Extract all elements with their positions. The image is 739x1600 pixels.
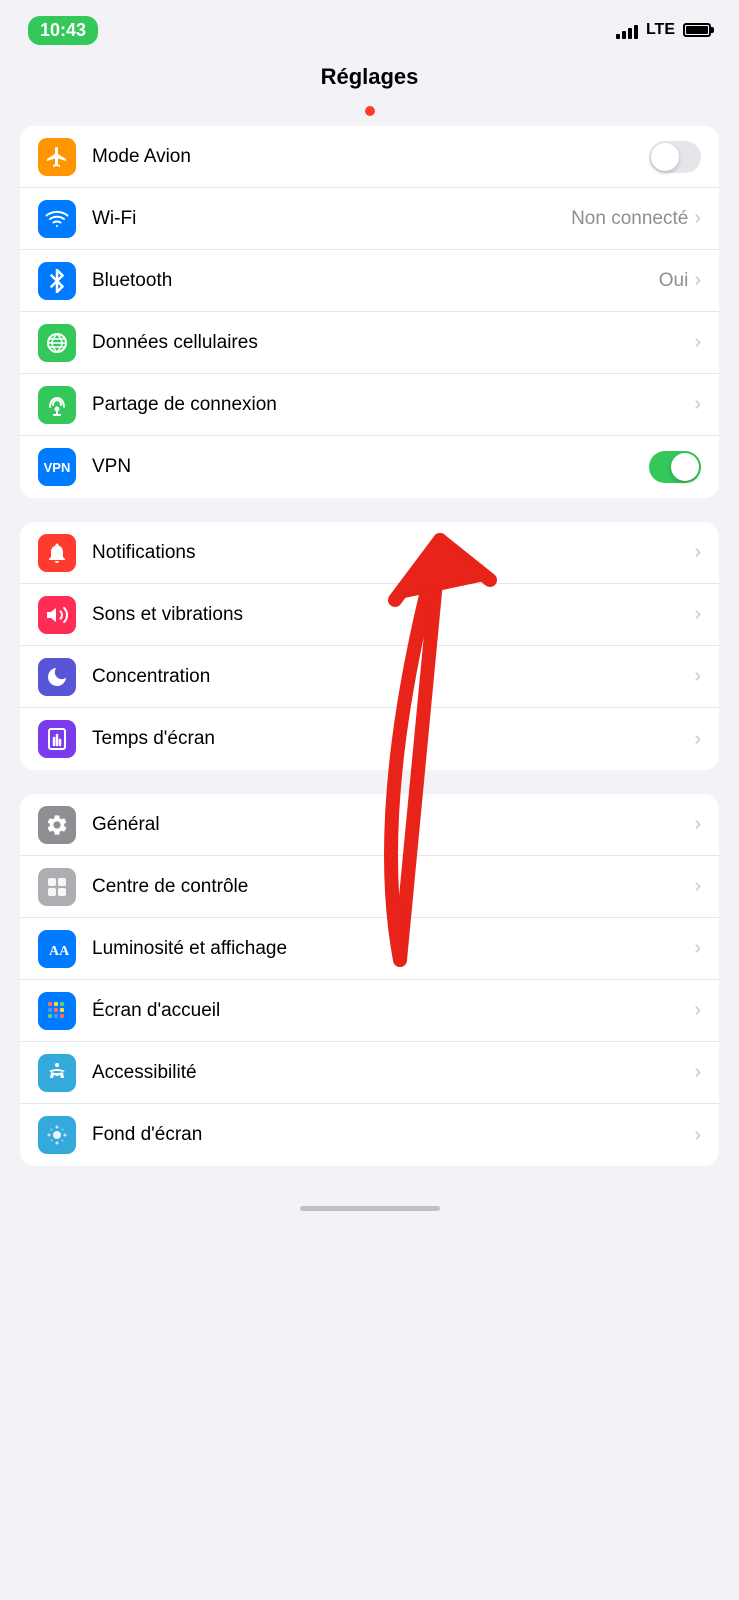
notifications-label: Notifications bbox=[92, 542, 694, 564]
luminosite-chevron: › bbox=[694, 937, 701, 960]
settings-row-mode-avion[interactable]: Mode Avion bbox=[20, 126, 719, 188]
settings-row-wifi[interactable]: Wi-Fi Non connecté › bbox=[20, 188, 719, 250]
wifi-icon bbox=[38, 200, 76, 238]
donnees-label: Données cellulaires bbox=[92, 332, 694, 354]
vpn-toggle[interactable] bbox=[649, 451, 701, 483]
settings-row-partage[interactable]: Partage de connexion › bbox=[20, 374, 719, 436]
vpn-icon: VPN bbox=[38, 448, 76, 486]
wifi-label: Wi-Fi bbox=[92, 208, 571, 230]
centre-controle-chevron: › bbox=[694, 875, 701, 898]
ecran-accueil-icon bbox=[38, 992, 76, 1030]
ecran-accueil-label: Écran d'accueil bbox=[92, 1000, 694, 1022]
settings-row-sons[interactable]: Sons et vibrations › bbox=[20, 584, 719, 646]
accessibilite-icon bbox=[38, 1054, 76, 1092]
settings-row-fond-ecran[interactable]: Fond d'écran › bbox=[20, 1104, 719, 1166]
luminosite-label: Luminosité et affichage bbox=[92, 938, 694, 960]
ecran-accueil-chevron: › bbox=[694, 999, 701, 1022]
fond-ecran-label: Fond d'écran bbox=[92, 1124, 694, 1146]
status-bar: 10:43 LTE bbox=[0, 0, 739, 54]
centre-controle-icon bbox=[38, 868, 76, 906]
accessibilite-label: Accessibilité bbox=[92, 1062, 694, 1084]
home-indicator bbox=[0, 1190, 739, 1219]
settings-row-notifications[interactable]: Notifications › bbox=[20, 522, 719, 584]
wifi-chevron: › bbox=[694, 207, 701, 230]
fond-ecran-chevron: › bbox=[694, 1124, 701, 1147]
network-group: Mode Avion Wi-Fi Non connecté › Bluetoot… bbox=[20, 126, 719, 498]
page-title: Réglages bbox=[0, 54, 739, 106]
settings-row-donnees[interactable]: Données cellulaires › bbox=[20, 312, 719, 374]
temps-ecran-chevron: › bbox=[694, 728, 701, 751]
status-right: LTE bbox=[616, 21, 711, 39]
concentration-label: Concentration bbox=[92, 666, 694, 688]
bluetooth-icon bbox=[38, 262, 76, 300]
settings-row-general[interactable]: Général › bbox=[20, 794, 719, 856]
sons-chevron: › bbox=[694, 603, 701, 626]
donnees-icon bbox=[38, 324, 76, 362]
status-time: 10:43 bbox=[28, 16, 98, 45]
temps-ecran-icon bbox=[38, 720, 76, 758]
partage-label: Partage de connexion bbox=[92, 394, 694, 416]
accessibilite-chevron: › bbox=[694, 1061, 701, 1084]
donnees-chevron: › bbox=[694, 331, 701, 354]
bluetooth-label: Bluetooth bbox=[92, 270, 659, 292]
wifi-value: Non connecté bbox=[571, 208, 688, 230]
bluetooth-value: Oui bbox=[659, 270, 689, 292]
settings-row-centre-controle[interactable]: Centre de contrôle › bbox=[20, 856, 719, 918]
general-group: Général › Centre de contrôle › AA Lumino… bbox=[20, 794, 719, 1166]
temps-ecran-label: Temps d'écran bbox=[92, 728, 694, 750]
settings-row-ecran-accueil[interactable]: Écran d'accueil › bbox=[20, 980, 719, 1042]
settings-row-accessibilite[interactable]: Accessibilité › bbox=[20, 1042, 719, 1104]
red-dot-row bbox=[0, 106, 739, 126]
concentration-chevron: › bbox=[694, 665, 701, 688]
svg-text:AA: AA bbox=[49, 944, 69, 959]
settings-row-vpn[interactable]: VPN VPN bbox=[20, 436, 719, 498]
red-dot-indicator bbox=[365, 106, 375, 116]
vpn-label: VPN bbox=[92, 456, 649, 478]
notifications-icon bbox=[38, 534, 76, 572]
general-icon bbox=[38, 806, 76, 844]
mode-avion-icon bbox=[38, 138, 76, 176]
notifications-group: Notifications › Sons et vibrations › Con… bbox=[20, 522, 719, 770]
partage-chevron: › bbox=[694, 393, 701, 416]
settings-row-temps-ecran[interactable]: Temps d'écran › bbox=[20, 708, 719, 770]
lte-label: LTE bbox=[646, 21, 675, 39]
signal-icon bbox=[616, 21, 638, 39]
battery-icon bbox=[683, 23, 711, 37]
general-label: Général bbox=[92, 814, 694, 836]
sons-icon bbox=[38, 596, 76, 634]
luminosite-icon: AA bbox=[38, 930, 76, 968]
bluetooth-chevron: › bbox=[694, 269, 701, 292]
fond-ecran-icon bbox=[38, 1116, 76, 1154]
home-bar bbox=[300, 1206, 440, 1211]
settings-row-bluetooth[interactable]: Bluetooth Oui › bbox=[20, 250, 719, 312]
mode-avion-label: Mode Avion bbox=[92, 146, 649, 168]
settings-row-luminosite[interactable]: AA Luminosité et affichage › bbox=[20, 918, 719, 980]
notifications-chevron: › bbox=[694, 541, 701, 564]
sons-label: Sons et vibrations bbox=[92, 604, 694, 626]
mode-avion-toggle[interactable] bbox=[649, 141, 701, 173]
concentration-icon bbox=[38, 658, 76, 696]
settings-row-concentration[interactable]: Concentration › bbox=[20, 646, 719, 708]
centre-controle-label: Centre de contrôle bbox=[92, 876, 694, 898]
partage-icon bbox=[38, 386, 76, 424]
general-chevron: › bbox=[694, 813, 701, 836]
